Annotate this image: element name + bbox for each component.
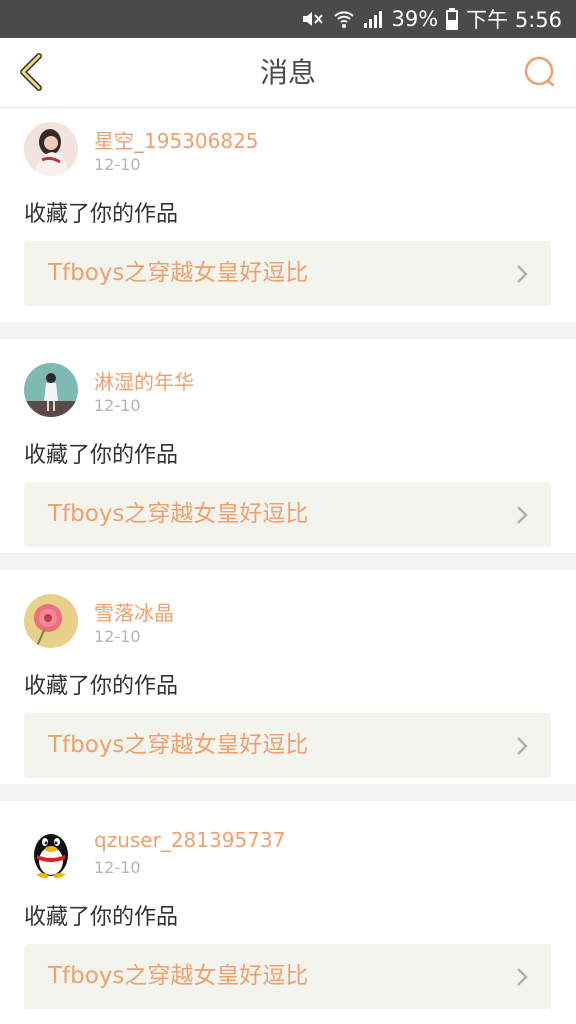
status-bar: 39% 下午 5:56 [0, 0, 576, 38]
wifi-icon [333, 9, 355, 29]
username[interactable]: qzuser_281395737 [94, 828, 285, 852]
flower-photo-icon [24, 594, 78, 648]
work-title: Tfboys之穿越女皇好逗比 [48, 963, 309, 989]
chevron-right-icon [517, 265, 528, 283]
chevron-right-icon [517, 737, 528, 755]
user-photo-icon [24, 122, 78, 176]
divider [0, 322, 576, 339]
penguin-icon [24, 825, 78, 879]
avatar[interactable] [24, 122, 78, 176]
signal-icon [363, 9, 383, 29]
message-list: 星空_195306825 12-10 收藏了你的作品 Tfboys之穿越女皇好逗… [0, 108, 576, 1015]
search-button[interactable] [522, 54, 558, 90]
status-icons: 39% 下午 5:56 [301, 0, 562, 38]
divider [0, 553, 576, 570]
list-item: 星空_195306825 12-10 收藏了你的作品 Tfboys之穿越女皇好逗… [0, 108, 576, 322]
user-photo-icon [24, 363, 78, 417]
username[interactable]: 雪落冰晶 [94, 597, 174, 626]
list-item: qzuser_281395737 12-10 收藏了你的作品 Tfboys之穿越… [0, 801, 576, 1015]
message-action: 收藏了你的作品 [24, 905, 179, 930]
message-action: 收藏了你的作品 [24, 443, 179, 468]
nav-bar: 消息 [0, 38, 576, 108]
list-item: 雪落冰晶 12-10 收藏了你的作品 Tfboys之穿越女皇好逗比 [0, 570, 576, 784]
divider [0, 784, 576, 801]
page-title: 消息 [259, 56, 316, 89]
message-date: 12-10 [94, 858, 141, 877]
battery-percent: 39% [391, 7, 439, 31]
chevron-right-icon [517, 968, 528, 986]
username[interactable]: 淋湿的年华 [94, 366, 194, 395]
work-link[interactable]: Tfboys之穿越女皇好逗比 [24, 241, 551, 306]
message-date: 12-10 [94, 627, 141, 646]
work-title: Tfboys之穿越女皇好逗比 [48, 501, 309, 527]
work-link[interactable]: Tfboys之穿越女皇好逗比 [24, 713, 551, 778]
message-date: 12-10 [94, 396, 141, 415]
status-time: 下午 5:56 [466, 8, 562, 32]
work-title: Tfboys之穿越女皇好逗比 [48, 260, 309, 286]
username[interactable]: 星空_195306825 [94, 125, 259, 154]
search-icon [524, 56, 555, 87]
chevron-right-icon [517, 506, 528, 524]
work-title: Tfboys之穿越女皇好逗比 [48, 732, 309, 758]
work-link[interactable]: Tfboys之穿越女皇好逗比 [24, 944, 551, 1009]
message-action: 收藏了你的作品 [24, 202, 179, 227]
mute-icon [301, 9, 325, 29]
battery-icon [446, 8, 459, 30]
message-date: 12-10 [94, 155, 141, 174]
list-item: 淋湿的年华 12-10 收藏了你的作品 Tfboys之穿越女皇好逗比 [0, 339, 576, 553]
avatar[interactable] [24, 594, 78, 648]
message-action: 收藏了你的作品 [24, 674, 179, 699]
avatar[interactable] [24, 825, 78, 879]
avatar[interactable] [24, 363, 78, 417]
work-link[interactable]: Tfboys之穿越女皇好逗比 [24, 482, 551, 547]
